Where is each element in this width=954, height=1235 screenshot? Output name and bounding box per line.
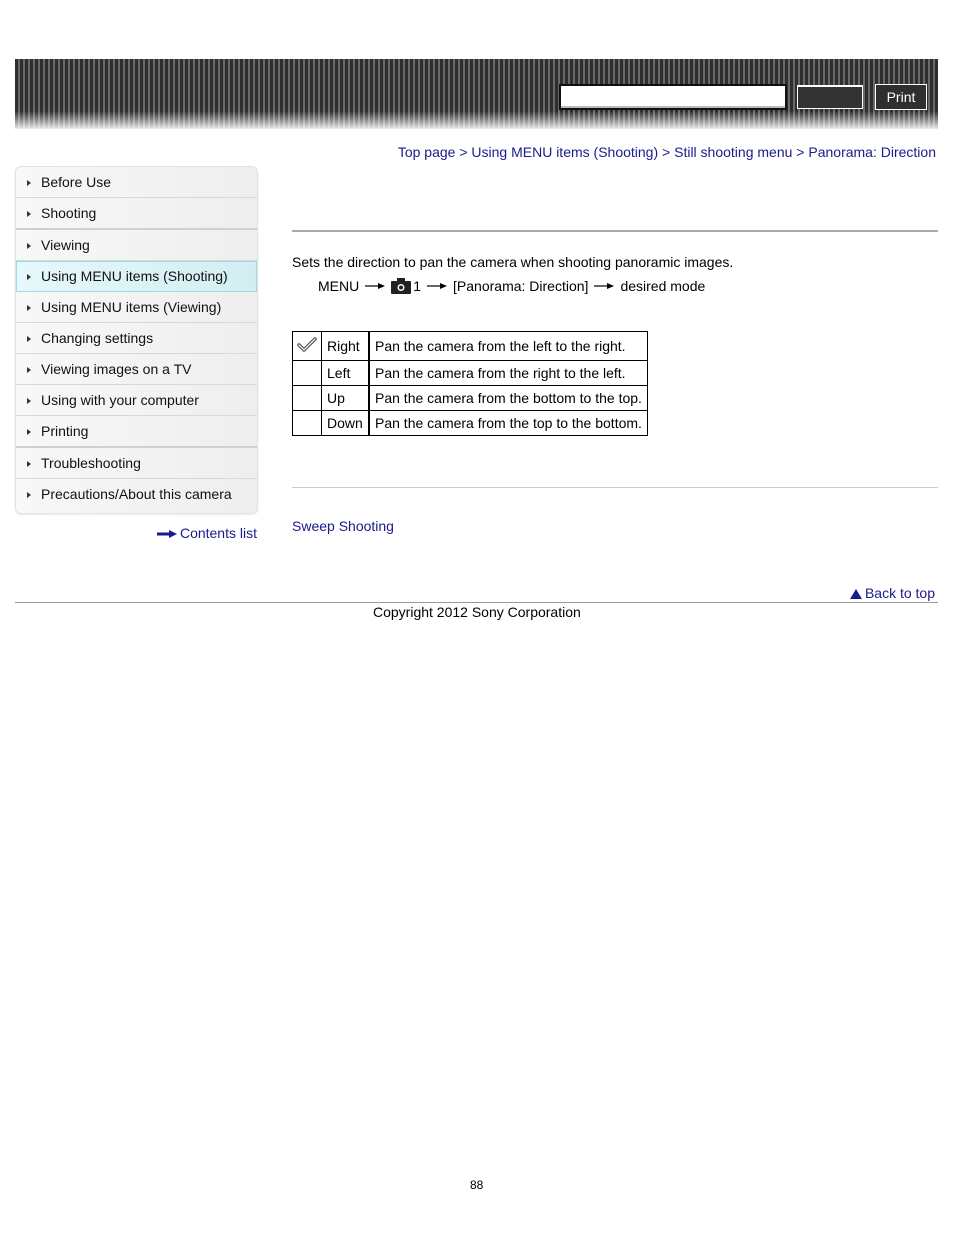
triangle-up-icon	[849, 589, 862, 599]
sidebar-item-changing-settings[interactable]: Changing settings	[16, 323, 257, 354]
table-row: Left Pan the camera from the right to th…	[292, 360, 648, 386]
triangle-right-icon	[27, 492, 31, 498]
arrow-right-icon	[594, 283, 615, 289]
page-number: 88	[470, 1178, 484, 1192]
sidebar-item-label: Shooting	[41, 205, 97, 221]
sidebar-item-label: Changing settings	[41, 330, 154, 346]
sidebar-item-using-menu-viewing[interactable]: Using MENU items (Viewing)	[16, 292, 257, 323]
options-table: Right Pan the camera from the left to th…	[292, 331, 648, 436]
default-cell	[292, 385, 322, 411]
sidebar-item-label: Using MENU items (Viewing)	[41, 299, 222, 315]
contents-list-label: Contents list	[179, 525, 257, 541]
table-row: Down Pan the camera from the top to the …	[292, 410, 648, 436]
breadcrumb-separator: >	[796, 144, 805, 160]
option-label: Left	[321, 360, 370, 386]
triangle-right-icon	[27, 461, 31, 467]
sidebar-item-viewing[interactable]: Viewing	[16, 230, 257, 261]
related-divider	[292, 487, 938, 488]
menu-path-menu: MENU	[318, 278, 360, 294]
breadcrumb-still-shooting-menu[interactable]: Still shooting menu	[674, 144, 792, 160]
breadcrumb-using-menu-shooting[interactable]: Using MENU items (Shooting)	[471, 144, 658, 160]
back-to-top-link[interactable]: Back to top	[849, 585, 935, 601]
triangle-right-icon	[27, 305, 31, 311]
triangle-right-icon	[27, 398, 31, 404]
default-cell	[292, 331, 322, 361]
sidebar-item-precautions[interactable]: Precautions/About this camera	[16, 479, 257, 513]
option-description: Pan the camera from the top to the botto…	[367, 410, 648, 436]
sidebar-item-troubleshooting[interactable]: Troubleshooting	[16, 448, 257, 479]
default-cell	[292, 360, 322, 386]
triangle-right-icon	[27, 367, 31, 373]
triangle-right-icon	[27, 274, 31, 280]
triangle-right-icon	[27, 180, 31, 186]
option-description: Pan the camera from the right to the lef…	[367, 360, 648, 386]
sidebar-item-label: Using MENU items (Shooting)	[41, 268, 228, 284]
sidebar-item-label: Before Use	[41, 174, 112, 190]
sidebar-item-before-use[interactable]: Before Use	[16, 167, 257, 198]
sidebar-item-shooting[interactable]: Shooting	[16, 198, 257, 230]
search-input[interactable]	[559, 84, 787, 110]
breadcrumb-top-page[interactable]: Top page	[398, 144, 456, 160]
menu-path: MENU 1 [Panorama: Direction] desired mod…	[318, 278, 705, 294]
menu-path-item: [Panorama: Direction]	[453, 278, 589, 294]
triangle-right-icon	[27, 243, 31, 249]
search-button[interactable]	[797, 85, 863, 109]
default-cell	[292, 410, 322, 436]
sidebar-item-label: Viewing	[41, 237, 90, 253]
sidebar-item-label: Precautions/About this camera	[41, 486, 232, 502]
sidebar-item-printing[interactable]: Printing	[16, 416, 257, 448]
triangle-right-icon	[27, 336, 31, 342]
option-label: Up	[321, 385, 370, 411]
sidebar-item-using-menu-shooting[interactable]: Using MENU items (Shooting)	[16, 261, 257, 292]
menu-path-end: desired mode	[620, 278, 706, 294]
option-label: Right	[321, 331, 370, 361]
title-divider	[292, 230, 938, 232]
print-button[interactable]: Print	[875, 84, 927, 110]
option-label: Down	[321, 410, 370, 436]
sidebar-nav: Before Use Shooting Viewing Using MENU i…	[15, 166, 258, 514]
header-bar: Print	[15, 59, 938, 129]
checkmark-icon	[297, 336, 317, 352]
arrow-right-icon	[427, 283, 448, 289]
breadcrumb-separator: >	[459, 144, 468, 160]
sidebar-item-label: Troubleshooting	[41, 455, 141, 471]
sidebar-item-label: Using with your computer	[41, 392, 199, 408]
breadcrumb-panorama-direction[interactable]: Panorama: Direction	[808, 144, 936, 160]
breadcrumb-separator: >	[662, 144, 671, 160]
breadcrumb: Top page > Using MENU items (Shooting) >…	[398, 144, 936, 160]
sidebar-item-viewing-on-tv[interactable]: Viewing images on a TV	[16, 354, 257, 385]
table-row: Right Pan the camera from the left to th…	[292, 331, 648, 361]
sidebar-item-label: Printing	[41, 423, 89, 439]
back-to-top-label: Back to top	[864, 585, 935, 601]
option-description: Pan the camera from the left to the righ…	[367, 331, 648, 361]
footer-divider	[15, 602, 938, 603]
copyright-text: Copyright 2012 Sony Corporation	[373, 604, 581, 620]
related-link-sweep-shooting[interactable]: Sweep Shooting	[292, 518, 394, 534]
sidebar-item-using-with-computer[interactable]: Using with your computer	[16, 385, 257, 416]
arrow-right-icon	[156, 530, 177, 539]
triangle-right-icon	[27, 429, 31, 435]
table-row: Up Pan the camera from the bottom to the…	[292, 385, 648, 411]
contents-list-link[interactable]: Contents list	[156, 525, 257, 541]
option-description: Pan the camera from the bottom to the to…	[367, 385, 648, 411]
menu-path-camera-tab: 1	[413, 278, 422, 294]
camera-icon	[391, 278, 412, 294]
triangle-right-icon	[27, 211, 31, 217]
arrow-right-icon	[365, 283, 386, 289]
intro-text: Sets the direction to pan the camera whe…	[292, 254, 734, 270]
sidebar-item-label: Viewing images on a TV	[41, 361, 192, 377]
